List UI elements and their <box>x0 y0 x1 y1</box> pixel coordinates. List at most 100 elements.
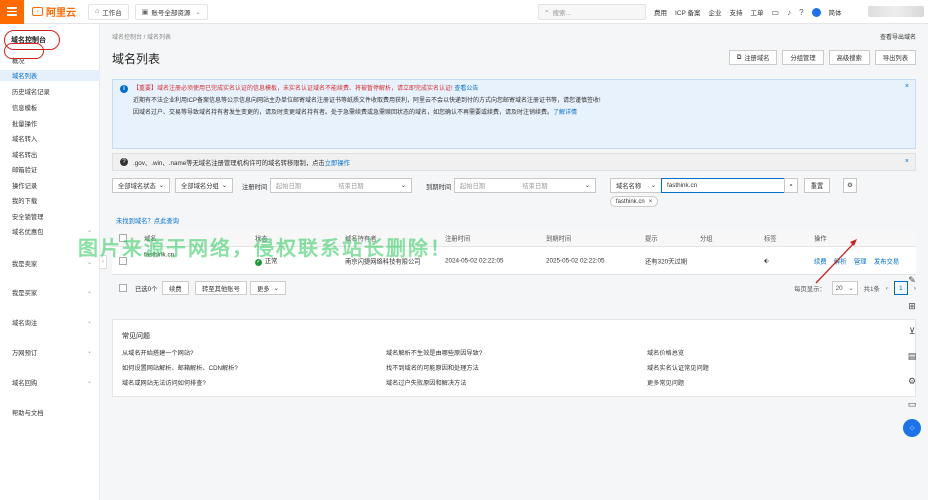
sidebar-item-security-lock[interactable]: 安全锁管理 <box>12 212 43 221</box>
sidebar-group-reserve[interactable]: 万网预订 ⌄ <box>12 348 92 357</box>
notice-link[interactable]: 查看公告 <box>454 86 478 92</box>
assistant-icon[interactable] <box>811 7 821 17</box>
col-hint: 提示 <box>645 235 658 242</box>
sidebar-item-transfer-out[interactable]: 域名转出 <box>12 150 37 159</box>
faq-item[interactable]: 域名价格总览 <box>647 348 684 357</box>
prev-page-icon[interactable]: ‹ <box>886 285 888 292</box>
transfer-account-button[interactable]: 转至其他账号 <box>195 281 247 295</box>
faq-item[interactable]: 域名或网站无法访问如何排查? <box>122 378 206 387</box>
sidebar: 域名控制台 概况 域名列表 历史域名记录 信息模板 批量操作 域名转入 域名转出… <box>0 24 100 500</box>
footer-checkbox[interactable] <box>119 284 127 292</box>
close-icon[interactable]: × <box>905 158 909 165</box>
watermark-text: 图片来源于网络，侵权联系站长删除！ <box>78 238 452 260</box>
search-type-select[interactable]: 域名名称 ⌄ <box>610 178 662 193</box>
sidebar-group-buyback[interactable]: 域名回购 ⌄ <box>12 378 92 387</box>
filter-chip[interactable]: fasthink.cn × <box>610 196 659 207</box>
annotation-arrow <box>815 239 857 284</box>
workbench-button[interactable]: ⌂ 工作台 <box>88 3 129 20</box>
gift-icon[interactable]: ⊞ <box>904 298 920 314</box>
chevron-down-icon: ⌄ <box>221 182 227 189</box>
action-buttons: ⧉ 注册域名 分组管理 高级搜索 导出列表 <box>728 50 916 65</box>
sidebar-item-downloads[interactable]: 我的下载 <box>12 196 37 205</box>
exp-date-range[interactable]: 起始日期 结束日期 ⌄ <box>454 178 596 193</box>
advanced-search-button[interactable]: 高级搜索 <box>828 50 870 65</box>
sidebar-item-transfer-in[interactable]: 域名转入 <box>12 134 37 143</box>
avatar[interactable] <box>868 6 924 17</box>
reg-time: 2024-05-02 02:22:05 <box>445 257 504 264</box>
col-tag: 标签 <box>764 235 777 242</box>
apps-icon[interactable]: ⁘ <box>903 419 921 437</box>
publish-trade-link[interactable]: 发布交易 <box>874 256 899 265</box>
document-icon[interactable]: ▤ <box>904 348 920 364</box>
tip-link[interactable]: 立即操作 <box>325 158 350 167</box>
tag-icon[interactable]: ⬖ <box>764 257 769 264</box>
faq-item[interactable]: 找不到域名的可能原因和处理方法 <box>386 363 479 372</box>
account-icon: ▣ <box>141 8 149 16</box>
sidebar-item-help-docs[interactable]: 帮助与文档 <box>12 408 43 417</box>
faq-item[interactable]: 如何设置网站解析、邮箱解析、CDN解析? <box>122 363 238 372</box>
more-dropdown[interactable]: 更多 ⌄ <box>250 281 286 295</box>
aliyun-logo[interactable]: - 阿里云 <box>32 4 82 19</box>
faq-item[interactable]: 域名过户失败原因和解决方法 <box>386 378 466 387</box>
status-select[interactable]: 全部域名状态 ⌄ <box>112 178 170 193</box>
help-icon[interactable]: ? <box>799 8 803 17</box>
sidebar-item-history[interactable]: 历史域名记录 <box>12 87 50 96</box>
sidebar-item-domain-list[interactable]: 域名列表 <box>0 70 100 81</box>
chevron-down-icon: ⌄ <box>273 284 279 292</box>
chat-icon[interactable]: ▭ <box>904 396 920 412</box>
close-icon[interactable]: × <box>905 83 909 90</box>
expire-hint: 还有320天过期 <box>645 258 687 265</box>
chevron-down-icon: ⌄ <box>86 349 92 355</box>
language-switch[interactable]: 简体 <box>829 7 842 17</box>
help-link[interactable]: 查看导出域名 <box>880 32 916 41</box>
settings-button[interactable]: ⚙ <box>843 178 857 193</box>
total-count: 共1条 <box>863 285 880 293</box>
sidebar-group-buyer[interactable]: 我是买家 ⌄ <box>12 288 92 297</box>
top-link-fee[interactable]: 费用 <box>654 7 667 17</box>
sidebar-item-batch[interactable]: 批量操作 <box>12 119 37 128</box>
top-link-ticket[interactable]: 工单 <box>751 7 764 17</box>
faq-item[interactable]: 域名实名认证常见问题 <box>647 363 709 372</box>
gear-icon[interactable]: ⚙ <box>904 373 920 389</box>
notice-banner: i 【重要】域名注册必须使用已完成实名认证的信息模板，未实名认证域名不能续费、将… <box>112 79 916 149</box>
reset-button[interactable]: 重置 <box>804 178 830 193</box>
chevron-down-icon: ⌄ <box>650 182 656 189</box>
register-domain-button[interactable]: ⧉ 注册域名 <box>728 50 778 65</box>
global-search-input[interactable]: ⌕ 搜索... <box>538 4 646 20</box>
search-icon: ⌕ <box>545 8 549 15</box>
search-icon: ⌕ <box>789 181 793 189</box>
notice-line-3: 因域名过户、交易等导致域名持有者发生变更的，请及时变更域名持有者。处于急需续费或… <box>133 110 554 116</box>
question-icon: ? <box>120 158 128 166</box>
export-list-button[interactable]: 导出列表 <box>874 50 916 65</box>
faq-item[interactable]: 从域名开始搭建一个网站? <box>122 348 194 357</box>
edit-icon[interactable]: ✎ <box>904 272 920 288</box>
sidebar-item-email-verify[interactable]: 邮箱验证 <box>12 165 37 174</box>
notice-detail-link[interactable]: 了解详情 <box>553 110 577 116</box>
domain-search-input[interactable]: fasthink.cn <box>661 178 785 193</box>
menu-icon[interactable] <box>0 0 24 24</box>
chevron-down-icon: ⌄ <box>400 182 406 189</box>
sidebar-item-op-log[interactable]: 操作记录 <box>12 181 37 190</box>
col-exp-time[interactable]: 到期时间 <box>546 233 571 242</box>
sidebar-item-template[interactable]: 信息模板 <box>12 103 37 112</box>
faq-item[interactable]: 域名解析不生效是由哪些原因导致? <box>386 348 482 357</box>
not-found-link[interactable]: 未找到域名？点此查询 <box>116 216 179 225</box>
terminal-icon[interactable]: ▭ <box>772 8 780 17</box>
sidebar-group-inquiry[interactable]: 域名询注 ⌄ <box>12 318 92 327</box>
top-link-support[interactable]: 支持 <box>730 7 743 17</box>
account-scope-dropdown[interactable]: ▣ 账号全部资源 ⌄ <box>134 3 208 20</box>
batch-renew-button[interactable]: 续费 <box>162 281 189 295</box>
group-select[interactable]: 全部域名分组 ⌄ <box>175 178 233 193</box>
top-link-enterprise[interactable]: 企业 <box>709 7 722 17</box>
reg-date-range[interactable]: 起始日期 结束日期 ⌄ <box>270 178 412 193</box>
group-manage-button[interactable]: 分组管理 <box>782 50 824 65</box>
reg-time-label: 注册时间 <box>242 184 268 191</box>
chevron-down-icon: ⌄ <box>86 289 92 295</box>
top-link-icp[interactable]: ICP 备案 <box>675 7 701 17</box>
search-button[interactable]: ⌕ <box>784 178 798 193</box>
bell-icon[interactable]: ♪ <box>787 8 791 17</box>
faq-title: 常见问题 <box>122 333 150 340</box>
cart-icon[interactable]: ⊻ <box>904 323 920 339</box>
faq-item[interactable]: 更多常见问题 <box>647 378 684 387</box>
close-icon[interactable]: × <box>649 199 653 205</box>
